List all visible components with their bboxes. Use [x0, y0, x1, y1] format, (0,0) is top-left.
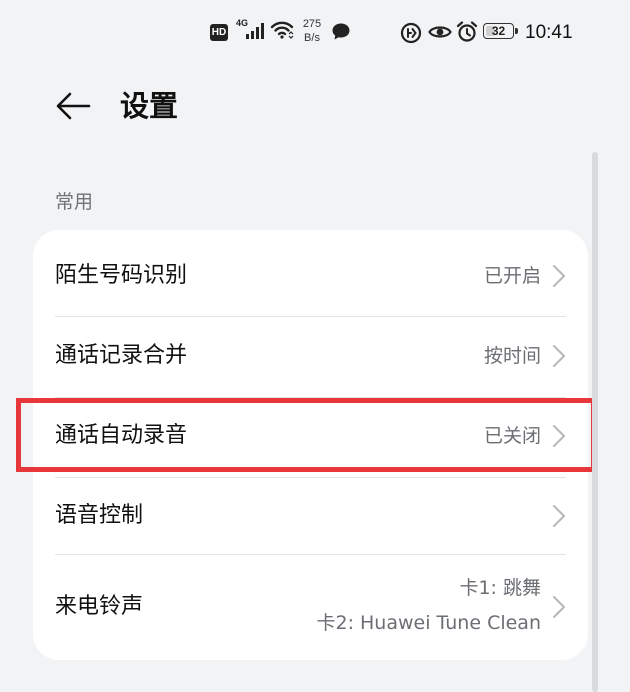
row-label: 语音控制	[55, 503, 144, 528]
net-speed-value: 275	[302, 18, 322, 30]
row-value-sim2: 卡2: Huawei Tune Clean	[316, 612, 541, 634]
section-label: 常用	[55, 191, 94, 213]
row-label: 来电铃声	[55, 594, 144, 619]
chevron-right-icon	[553, 596, 565, 618]
row-value-sim1: 卡1: 跳舞	[459, 577, 541, 599]
wifi-icon	[270, 20, 294, 40]
chevron-right-icon	[553, 345, 565, 367]
battery-tip	[515, 28, 518, 34]
chevron-right-icon	[553, 425, 565, 447]
eye-icon	[428, 24, 452, 40]
row-ringtone[interactable]: 来电铃声 卡1: 跳舞 卡2: Huawei Tune Clean	[33, 555, 588, 660]
row-label: 通话自动录音	[55, 423, 188, 448]
row-call-log-merge[interactable]: 通话记录合并 按时间	[33, 317, 588, 397]
row-value: 按时间	[483, 345, 541, 367]
hd-badge: HD	[210, 24, 228, 41]
page-title: 设置	[120, 89, 179, 123]
back-button[interactable]	[52, 86, 94, 126]
row-label: 通话记录合并	[55, 343, 188, 368]
scrollbar[interactable]	[592, 152, 598, 692]
row-unknown-number-identification[interactable]: 陌生号码识别 已开启	[33, 230, 588, 316]
message-icon	[331, 22, 351, 41]
settings-card: 陌生号码识别 已开启 通话记录合并 按时间 通话自动录音 已关闭 语音控制 来电…	[33, 230, 588, 660]
row-label: 陌生号码识别	[55, 263, 188, 288]
row-value: 已关闭	[483, 425, 541, 447]
back-arrow-icon	[56, 92, 91, 120]
chevron-right-icon	[553, 265, 565, 287]
chevron-right-icon	[553, 505, 565, 527]
row-voice-control[interactable]: 语音控制	[33, 478, 588, 554]
dnd-icon	[400, 22, 422, 44]
row-value: 已开启	[483, 265, 541, 287]
net-speed-unit: B/s	[304, 32, 320, 44]
clock: 10:41	[525, 22, 573, 43]
row-auto-call-recording[interactable]: 通话自动录音 已关闭	[33, 398, 588, 477]
battery-body: 32	[483, 23, 514, 39]
status-bar: HD 4G 275 B/s 32 10:41	[0, 0, 630, 66]
battery-level: 32	[491, 24, 506, 38]
alarm-icon	[456, 21, 478, 43]
battery-indicator: 32	[483, 23, 519, 41]
signal-icon	[245, 22, 265, 40]
net-speed: 275 B/s	[299, 17, 325, 45]
